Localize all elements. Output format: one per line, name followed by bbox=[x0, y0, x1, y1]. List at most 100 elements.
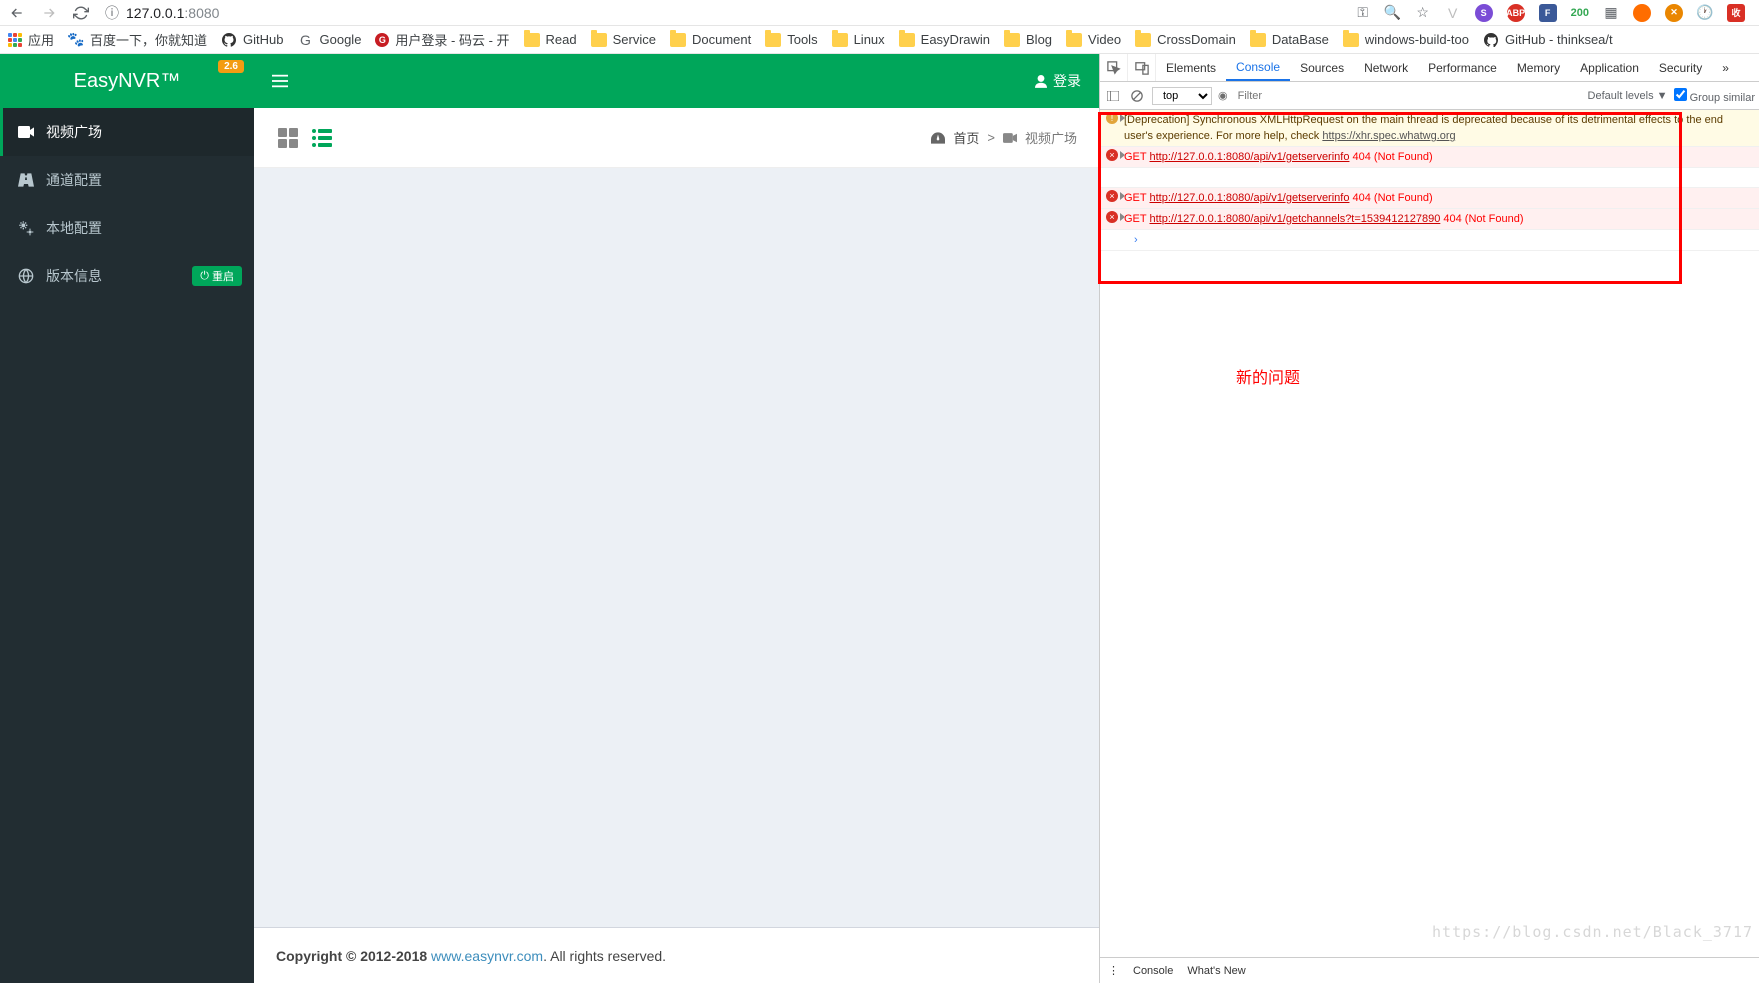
log-error-3: ×GET http://127.0.0.1:8080/api/v1/getcha… bbox=[1100, 209, 1759, 230]
folder-icon bbox=[1250, 33, 1266, 47]
group-similar-checkbox[interactable]: Group similar bbox=[1674, 88, 1755, 104]
inspect-icon[interactable] bbox=[1100, 54, 1128, 81]
eye-icon[interactable]: ◉ bbox=[1218, 89, 1228, 102]
filter-input[interactable] bbox=[1234, 90, 1582, 102]
key-icon[interactable]: ⚿ bbox=[1355, 5, 1371, 21]
content-header: 首页 > 视频广场 bbox=[254, 108, 1099, 168]
v-icon[interactable]: V bbox=[1445, 5, 1461, 21]
footer-link[interactable]: www.easynvr.com bbox=[431, 948, 543, 964]
ext-clock-icon[interactable]: 🕐 bbox=[1697, 5, 1713, 21]
bookmark-github[interactable]: GitHub bbox=[221, 32, 283, 48]
tab-performance[interactable]: Performance bbox=[1418, 54, 1507, 81]
sidebar-toggle-icon[interactable] bbox=[1104, 82, 1122, 109]
star-icon[interactable]: ☆ bbox=[1415, 5, 1431, 21]
drawer-menu-icon[interactable]: ⋮ bbox=[1108, 964, 1119, 977]
url-port: :8080 bbox=[184, 5, 219, 21]
brand-title: EasyNVR™ bbox=[74, 70, 181, 93]
bookmark-read[interactable]: Read bbox=[524, 32, 577, 47]
topbar: 登录 bbox=[254, 54, 1099, 108]
device-icon[interactable] bbox=[1128, 54, 1156, 81]
tab-security[interactable]: Security bbox=[1649, 54, 1712, 81]
bookmark-linux[interactable]: Linux bbox=[832, 32, 885, 47]
bookmark-github-thinksea[interactable]: GitHub - thinksea/t bbox=[1483, 32, 1613, 48]
console-prompt[interactable]: › bbox=[1100, 230, 1759, 251]
bookmark-baidu[interactable]: 🐾百度一下，你就知道 bbox=[68, 30, 207, 49]
bookmark-video[interactable]: Video bbox=[1066, 32, 1121, 47]
bookmark-easydrawin[interactable]: EasyDrawin bbox=[899, 32, 990, 47]
ext-orange-icon[interactable] bbox=[1633, 4, 1651, 22]
ext-fb-icon[interactable]: F bbox=[1539, 4, 1557, 22]
globe-icon bbox=[18, 268, 34, 284]
ext-counter[interactable]: 200 bbox=[1571, 7, 1589, 19]
drawer-console[interactable]: Console bbox=[1133, 965, 1173, 977]
tab-sources[interactable]: Sources bbox=[1290, 54, 1354, 81]
footer-suffix: . All rights reserved. bbox=[543, 948, 666, 964]
error-url[interactable]: http://127.0.0.1:8080/api/v1/getchannels… bbox=[1149, 213, 1440, 225]
error-url[interactable]: http://127.0.0.1:8080/api/v1/getserverin… bbox=[1149, 151, 1349, 163]
bookmark-database[interactable]: DataBase bbox=[1250, 32, 1329, 47]
levels-dropdown[interactable]: Default levels ▼ bbox=[1588, 90, 1668, 102]
url-host: 127.0.0.1 bbox=[126, 5, 184, 21]
tab-more[interactable]: » bbox=[1712, 54, 1739, 81]
toolbar-right: ⚿ 🔍 ☆ V S ABP F 200 ▦ ✕ 🕐 收 bbox=[1355, 4, 1751, 22]
bookmark-gitee[interactable]: G用户登录 - 码云 - 开 bbox=[375, 30, 509, 49]
nav-video-square[interactable]: 视频广场 bbox=[0, 108, 254, 156]
folder-icon bbox=[1066, 33, 1082, 47]
address-bar[interactable]: ⓘ 127.0.0.1:8080 bbox=[104, 5, 1341, 21]
tab-console[interactable]: Console bbox=[1226, 54, 1290, 81]
bookmark-blog[interactable]: Blog bbox=[1004, 32, 1052, 47]
grid-view-button[interactable] bbox=[276, 126, 300, 150]
restart-button[interactable]: ⏻重启 bbox=[192, 266, 242, 286]
devtools: Elements Console Sources Network Perform… bbox=[1099, 54, 1759, 983]
apps-label: 应用 bbox=[28, 30, 54, 49]
nav-local-config[interactable]: 本地配置 bbox=[0, 204, 254, 252]
bookmark-document[interactable]: Document bbox=[670, 32, 751, 47]
tab-elements[interactable]: Elements bbox=[1156, 54, 1226, 81]
abp-icon[interactable]: ABP bbox=[1507, 4, 1525, 22]
bookmark-tools[interactable]: Tools bbox=[765, 32, 817, 47]
ext-red-icon[interactable]: 收 bbox=[1727, 4, 1745, 22]
drawer-whatsnew[interactable]: What's New bbox=[1187, 965, 1245, 977]
apps-shortcut[interactable]: 应用 bbox=[8, 30, 54, 49]
brand[interactable]: EasyNVR™ 2.6 bbox=[0, 54, 254, 108]
breadcrumb-home[interactable]: 首页 bbox=[953, 128, 979, 147]
bookmark-google[interactable]: GGoogle bbox=[298, 32, 362, 48]
folder-icon bbox=[899, 33, 915, 47]
forward-button[interactable] bbox=[40, 4, 58, 22]
nav-version-info[interactable]: 版本信息 ⏻重启 bbox=[0, 252, 254, 300]
ext-purple-icon[interactable]: S bbox=[1475, 4, 1493, 22]
clear-console-icon[interactable] bbox=[1128, 82, 1146, 109]
folder-icon bbox=[524, 33, 540, 47]
breadcrumb-current: 视频广场 bbox=[1025, 128, 1077, 147]
tab-application[interactable]: Application bbox=[1570, 54, 1649, 81]
bookmark-crossdomain[interactable]: CrossDomain bbox=[1135, 32, 1236, 47]
google-icon: G bbox=[298, 32, 314, 48]
context-select[interactable]: top bbox=[1152, 87, 1212, 105]
warn-link[interactable]: https://xhr.spec.whatwg.org bbox=[1322, 130, 1455, 142]
ext-grid-icon[interactable]: ▦ bbox=[1603, 5, 1619, 21]
list-view-button[interactable] bbox=[310, 126, 334, 150]
error-url[interactable]: http://127.0.0.1:8080/api/v1/getserverin… bbox=[1149, 192, 1349, 204]
nav-channel-config[interactable]: 通道配置 bbox=[0, 156, 254, 204]
nav-label: 通道配置 bbox=[46, 170, 102, 190]
github-icon bbox=[1483, 32, 1499, 48]
menu-toggle[interactable] bbox=[272, 74, 288, 88]
bookmark-windows-build[interactable]: windows-build-too bbox=[1343, 32, 1469, 47]
error-icon: × bbox=[1106, 211, 1118, 223]
ext-amber-icon[interactable]: ✕ bbox=[1665, 4, 1683, 22]
tab-memory[interactable]: Memory bbox=[1507, 54, 1570, 81]
gitee-icon: G bbox=[375, 33, 389, 47]
power-icon: ⏻ bbox=[200, 270, 209, 283]
log-error-1: ×GET http://127.0.0.1:8080/api/v1/getser… bbox=[1100, 147, 1759, 168]
zoom-icon[interactable]: 🔍 bbox=[1385, 5, 1401, 21]
back-button[interactable] bbox=[8, 4, 26, 22]
login-button[interactable]: 登录 bbox=[1035, 71, 1081, 91]
log-warning: ![Deprecation] Synchronous XMLHttpReques… bbox=[1100, 110, 1759, 147]
folder-icon bbox=[1004, 33, 1020, 47]
tab-network[interactable]: Network bbox=[1354, 54, 1418, 81]
breadcrumb-sep: > bbox=[987, 130, 995, 145]
folder-icon bbox=[765, 33, 781, 47]
bookmark-service[interactable]: Service bbox=[591, 32, 656, 47]
user-icon bbox=[1035, 74, 1047, 88]
reload-button[interactable] bbox=[72, 4, 90, 22]
